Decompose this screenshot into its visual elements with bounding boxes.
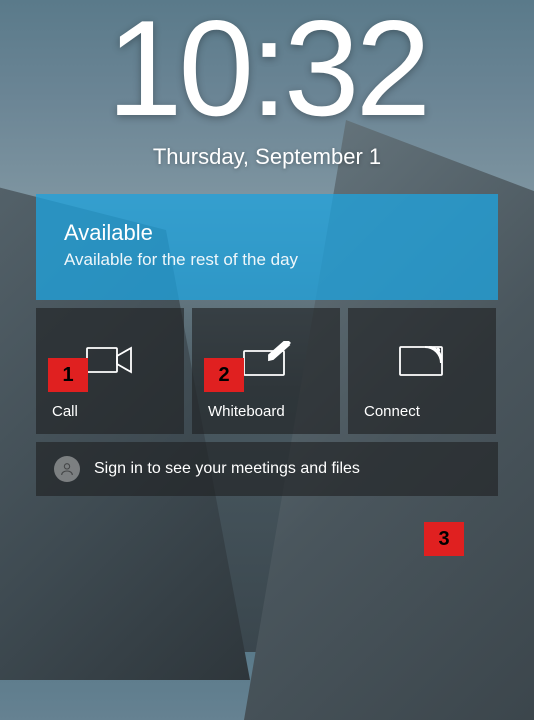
- connect-tile[interactable]: Connect: [348, 308, 496, 434]
- availability-subtitle: Available for the rest of the day: [64, 250, 470, 270]
- tiles-panel: Available Available for the rest of the …: [36, 194, 498, 496]
- lock-screen-date: Thursday, September 1: [153, 144, 381, 170]
- tile-label: Call: [52, 403, 168, 420]
- availability-title: Available: [64, 220, 470, 246]
- cast-icon: [364, 322, 480, 403]
- sign-in-text: Sign in to see your meetings and files: [94, 460, 360, 478]
- annotation-marker-3: 3: [424, 522, 464, 556]
- annotation-marker-2: 2: [204, 358, 244, 392]
- action-tile-row: Call Whiteboard: [36, 308, 498, 434]
- lock-screen-time: 10:32: [107, 0, 427, 136]
- annotation-marker-1: 1: [48, 358, 88, 392]
- availability-tile[interactable]: Available Available for the rest of the …: [36, 194, 498, 300]
- tile-label: Connect: [364, 403, 480, 420]
- tile-label: Whiteboard: [208, 403, 324, 420]
- user-avatar-icon: [54, 456, 80, 482]
- sign-in-tile[interactable]: Sign in to see your meetings and files: [36, 442, 498, 496]
